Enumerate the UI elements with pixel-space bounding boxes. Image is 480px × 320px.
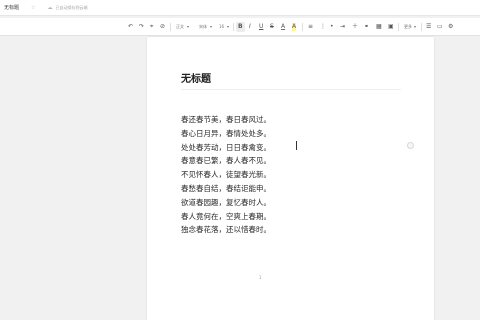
comment-icon[interactable]: ▭ <box>437 23 443 31</box>
toolbar-divider <box>398 23 399 31</box>
chevron-down-icon[interactable]: ▾ <box>210 23 212 31</box>
italic-button[interactable]: I <box>249 23 251 31</box>
document-title[interactable]: 无标题 <box>181 70 211 85</box>
outline-icon[interactable]: ☰ <box>426 23 431 31</box>
title-bar: 无标题 ☆ ☁ 已自动保存到云端 <box>0 0 480 16</box>
paragraph-line[interactable]: 欲道春园趣，复忆春时人。 <box>181 196 271 210</box>
page-number: 1 <box>259 275 262 280</box>
bold-button[interactable]: B <box>238 23 243 31</box>
link-icon[interactable]: ⚭ <box>364 23 369 31</box>
chevron-down-icon[interactable]: ▾ <box>187 23 189 31</box>
paragraph-line[interactable]: 独念春花落，还以惜春时。 <box>181 223 271 237</box>
save-status: 已自动保存到云端 <box>55 4 88 10</box>
paragraph-line[interactable]: 处处春芳动，日日春禽变。 <box>181 141 271 155</box>
formatting-toolbar: ↶ ↷ ⌖ ⊘ 正文 ▾ 宋体 ▾ 16 ▾ B I U S A A ≡ ⋮ •… <box>0 18 480 36</box>
paragraph-line[interactable]: 春还春节美，春日春风过。 <box>181 113 271 127</box>
document-page[interactable]: 无标题 春还春节美，春日春风过。 春心日月异，春情处处多。 处处春芳动，日日春禽… <box>147 37 434 320</box>
ordered-list-icon[interactable]: ⋮ <box>320 23 326 31</box>
insert-icon[interactable]: ＋ <box>352 23 358 31</box>
star-icon[interactable]: ☆ <box>31 5 35 11</box>
text-cursor <box>296 141 297 150</box>
chevron-down-icon[interactable]: ▾ <box>414 23 416 31</box>
font-color-button[interactable]: A <box>281 23 285 31</box>
toolbar-divider <box>302 23 303 31</box>
paragraph-line[interactable]: 春愁春自结，春结讵能申。 <box>181 182 271 196</box>
settings-icon[interactable]: ⚙ <box>448 23 453 31</box>
clear-format-icon[interactable]: ⊘ <box>160 23 165 31</box>
format-painter-icon[interactable]: ⌖ <box>150 23 153 31</box>
strikethrough-button[interactable]: S <box>270 23 274 31</box>
indent-icon[interactable]: ⇥ <box>340 23 345 31</box>
toolbar-divider <box>170 23 171 31</box>
redo-icon[interactable]: ↷ <box>139 23 144 31</box>
title-divider <box>181 89 401 90</box>
undo-icon[interactable]: ↶ <box>128 23 133 31</box>
underline-button[interactable]: U <box>259 23 263 31</box>
cloud-save-icon: ☁ <box>47 4 53 11</box>
paragraph-line[interactable]: 春心日月异，春情处处多。 <box>181 127 271 141</box>
chevron-down-icon[interactable]: ▾ <box>227 23 229 31</box>
paragraph-style-select[interactable]: 正文 <box>176 23 184 31</box>
document-body[interactable]: 春还春节美，春日春风过。 春心日月异，春情处处多。 处处春芳动，日日春禽变。 春… <box>181 113 271 237</box>
paragraph-line[interactable]: 不见怀春人，徒望春光新。 <box>181 168 271 182</box>
highlight-button[interactable]: A <box>292 23 297 31</box>
document-name[interactable]: 无标题 <box>4 4 19 11</box>
table-icon[interactable]: ▦ <box>376 23 382 31</box>
paragraph-line[interactable]: 春人竟何在，空爽上春期。 <box>181 210 271 224</box>
font-size-select[interactable]: 16 <box>219 23 224 31</box>
font-family-select[interactable]: 宋体 <box>199 23 207 31</box>
more-menu[interactable]: 更多 <box>404 23 412 31</box>
image-icon[interactable]: ▣ <box>388 23 394 31</box>
align-icon[interactable]: ≡ <box>308 23 313 31</box>
toolbar-divider <box>233 23 234 31</box>
side-comment-button[interactable] <box>407 142 414 149</box>
paragraph-line[interactable]: 春意春已繁，春人春不见。 <box>181 154 271 168</box>
toolbar-divider <box>421 23 422 31</box>
bullet-list-icon[interactable]: • <box>330 23 334 31</box>
